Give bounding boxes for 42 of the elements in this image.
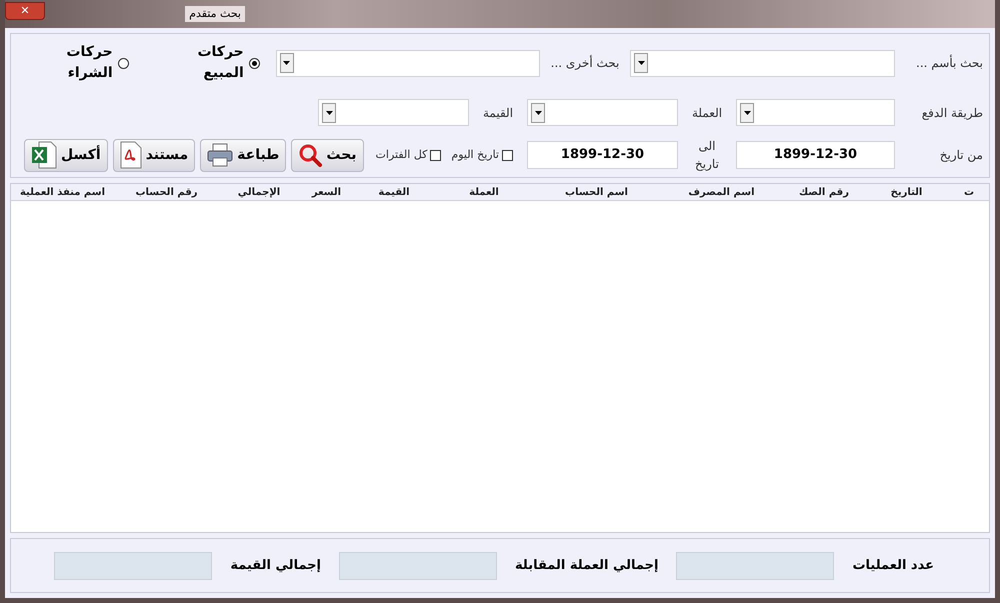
field-label: طريقة الدفع (920, 104, 983, 122)
field-label: بحث أخرى ... (550, 54, 620, 72)
column-header: اسم الحساب (564, 186, 629, 200)
magnifier-icon (298, 143, 322, 167)
total-label: عدد العمليات (852, 556, 934, 575)
column-header: السعر (310, 186, 342, 200)
column-header: اسم منفذ العملية (18, 186, 106, 200)
pdf-file-icon (120, 141, 142, 169)
print-button[interactable]: طباعة (200, 138, 286, 172)
radio-option[interactable]: حركات المبيع (152, 42, 260, 84)
date-field[interactable]: 1899-12-30 (736, 141, 895, 169)
field-label: العملة (690, 104, 724, 122)
radio-option[interactable]: حركات الشراء (17, 42, 129, 84)
column-header: الإجمالي (236, 186, 282, 200)
column-header: العملة (468, 186, 500, 200)
pdf-button[interactable]: مستند (112, 138, 196, 172)
column-header: اسم المصرف (687, 186, 756, 200)
date-field[interactable]: 1899-12-30 (527, 141, 678, 169)
column-header: القيمة (377, 186, 411, 200)
total-label: إجمالي القيمة (230, 556, 321, 575)
column-header: رقم الصك (798, 186, 850, 200)
field-label: بحث بأسم ... (915, 54, 983, 72)
field-label: الى تاريخ (694, 138, 720, 173)
checkbox-option[interactable]: تاريخ اليوم (451, 146, 513, 164)
total-label: إجمالي العملة المقابلة (515, 556, 658, 575)
dropdown-field[interactable] (736, 99, 895, 126)
dropdown-field[interactable] (276, 50, 540, 76)
field-label: من تاريخ (938, 147, 983, 164)
dropdown-field[interactable] (630, 50, 896, 76)
dropdown-field[interactable] (527, 99, 678, 126)
excel-button[interactable]: أكسل (24, 138, 108, 172)
dropdown-field[interactable] (318, 99, 469, 126)
close-button[interactable]: ✕ (5, 2, 45, 20)
printer-icon (207, 143, 234, 167)
field-label: القيمة (482, 104, 514, 122)
column-header: رقم الحساب (134, 186, 198, 200)
window-title: بحث متقدم (185, 6, 245, 22)
column-header: ت (962, 186, 976, 200)
search-button[interactable]: بحث (291, 138, 364, 172)
spreadsheet-icon (31, 141, 58, 169)
checkbox-option[interactable]: كل الفترات (376, 146, 442, 164)
column-header: التاريخ (890, 186, 924, 200)
